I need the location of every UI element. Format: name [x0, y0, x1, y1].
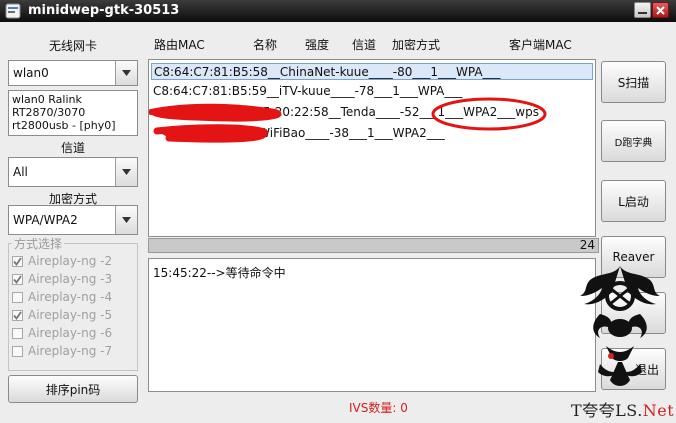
mode-label: Aireplay-ng -4 — [28, 290, 113, 304]
checkmark-icon — [13, 274, 22, 284]
col-client-mac: 客户端MAC — [509, 38, 572, 52]
dictionary-button[interactable]: D跑字典 — [601, 120, 666, 162]
channel-value: All — [13, 165, 28, 179]
mode-option[interactable]: Aireplay-ng -6 — [12, 324, 136, 342]
col-mac: 路由MAC — [154, 38, 205, 52]
chevron-down-icon[interactable] — [115, 61, 137, 85]
mode-option[interactable]: Aireplay-ng -5 — [12, 306, 136, 324]
brand-middle: 夸夸LS. — [582, 401, 643, 420]
mode-option[interactable]: Aireplay-ng -4 — [12, 288, 136, 306]
chipset-line: rt2800usb - [phy0] — [12, 119, 116, 132]
close-icon — [656, 5, 665, 15]
scan-button[interactable]: S扫描 — [601, 61, 666, 103]
mode-checkbox[interactable] — [12, 291, 23, 303]
mode-label: Aireplay-ng -6 — [28, 326, 113, 340]
chipset-line: RT2870/3070 — [12, 106, 86, 119]
chipset-line: wlan0 Ralink — [12, 93, 82, 106]
mode-checkbox[interactable] — [12, 273, 23, 285]
col-encryption: 加密方式 — [392, 38, 441, 52]
mode-checkbox[interactable] — [12, 255, 23, 267]
mode-list: Aireplay-ng -2 Aireplay-ng -3 Aireplay-ng … — [12, 252, 136, 360]
col-strength: 强度 — [305, 38, 330, 52]
tribal-dragon-watermark — [580, 266, 660, 386]
brand-watermark: T夸夸LS.Net — [571, 397, 674, 421]
col-name: 名称 — [253, 38, 278, 52]
channel-label: 信道 — [60, 141, 85, 155]
mode-label: Aireplay-ng -7 — [28, 344, 113, 358]
interface-select[interactable]: wlan0 — [8, 60, 138, 86]
mode-group-title: 方式选择 — [12, 237, 65, 251]
sort-pin-button[interactable]: 排序pin码 — [8, 375, 138, 403]
title-bar: minidwep-gtk-30513 — [0, 0, 676, 22]
chevron-down-icon[interactable] — [115, 206, 137, 234]
progress-count: 24 — [579, 238, 595, 252]
chevron-down-icon[interactable] — [115, 158, 137, 186]
scribble-overlay — [149, 97, 547, 143]
app-icon — [5, 3, 21, 19]
ivs-count: IVS数量: 0 — [349, 401, 408, 415]
mode-option[interactable]: Aireplay-ng -7 — [12, 342, 136, 360]
log-area[interactable]: 15:45:22-->等待命令中 — [148, 258, 596, 392]
chipset-info: wlan0 Ralink RT2870/3070 rt2800usb - [ph… — [8, 90, 138, 136]
minimize-icon — [638, 11, 647, 14]
mode-option[interactable]: Aireplay-ng -2 — [12, 252, 136, 270]
window-title: minidwep-gtk-30513 — [28, 3, 180, 18]
mode-label: Aireplay-ng -5 — [28, 308, 113, 322]
start-button[interactable]: L启动 — [601, 180, 666, 222]
checkmark-icon — [13, 310, 22, 320]
checkmark-icon — [13, 256, 22, 266]
brand-prefix: T — [571, 401, 583, 420]
col-channel: 信道 — [352, 38, 377, 52]
progress-bar: 24 — [148, 238, 599, 253]
mode-option[interactable]: Aireplay-ng -3 — [12, 270, 136, 288]
mode-checkbox[interactable] — [12, 309, 23, 321]
log-line: 15:45:22-->等待命令中 — [153, 266, 286, 280]
close-button[interactable] — [652, 2, 669, 18]
mode-checkbox[interactable] — [12, 345, 23, 357]
minimize-button[interactable] — [634, 2, 651, 18]
mode-checkbox[interactable] — [12, 327, 23, 339]
brand-suffix: Net — [642, 401, 675, 420]
interface-value: wlan0 — [13, 66, 49, 80]
encryption-select[interactable]: WPA/WPA2 — [8, 205, 138, 235]
network-list[interactable]: C8:64:C7:81:B5:58__ChinaNet-kuue____-80_… — [148, 59, 596, 237]
encryption-value: WPA/WPA2 — [13, 213, 78, 227]
mode-label: Aireplay-ng -2 — [28, 254, 113, 268]
mode-label: Aireplay-ng -3 — [28, 272, 113, 286]
wireless-card-label: 无线网卡 — [48, 39, 97, 53]
channel-select[interactable]: All — [8, 157, 138, 187]
